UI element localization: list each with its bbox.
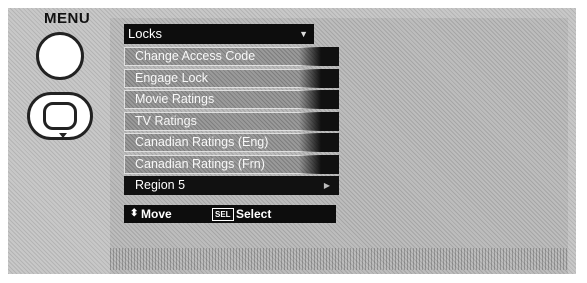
menu-item-label: Canadian Ratings (Frn) xyxy=(135,156,265,171)
navigation-hint-bar: ⬍ Move SEL Select xyxy=(124,205,336,223)
menu-item-tv-ratings[interactable]: TV Ratings xyxy=(124,111,339,131)
menu-item-movie-ratings[interactable]: Movie Ratings xyxy=(124,90,339,109)
move-arrows-icon: ⬍ xyxy=(130,208,139,219)
menu-title: Locks xyxy=(128,26,162,41)
menu-button[interactable] xyxy=(36,32,84,80)
menu-title-bar: Locks ▼ xyxy=(124,24,314,44)
menu-item-label: Engage Lock xyxy=(135,70,208,85)
menu-item-region-5[interactable]: Region 5 ▶ xyxy=(124,176,339,195)
screen-pattern xyxy=(110,248,568,270)
move-hint-label: Move xyxy=(141,207,172,221)
select-hint-label: Select xyxy=(236,207,272,221)
menu-button-label: MENU xyxy=(44,10,91,27)
menu-item-label: TV Ratings xyxy=(135,113,197,128)
menu-item-canadian-ratings-frn[interactable]: Canadian Ratings (Frn) xyxy=(124,154,339,174)
directional-pad[interactable] xyxy=(27,92,93,140)
menu-item-canadian-ratings-eng[interactable]: Canadian Ratings (Eng) xyxy=(124,133,339,152)
menu-item-label: Canadian Ratings (Eng) xyxy=(135,135,269,149)
menu-item-engage-lock[interactable]: Engage Lock xyxy=(124,68,339,88)
menu-item-label: Region 5 xyxy=(135,178,186,192)
menu-item-label: Change Access Code xyxy=(135,49,256,63)
locks-menu-list: Change Access Code Engage Lock Movie Rat… xyxy=(124,47,344,198)
menu-item-label: Movie Ratings xyxy=(135,92,215,106)
sel-key-icon: SEL xyxy=(212,208,234,221)
select-button[interactable] xyxy=(43,102,77,130)
chevron-right-icon: ▶ xyxy=(323,181,330,190)
down-arrow-icon xyxy=(59,133,67,138)
menu-item-change-access-code[interactable]: Change Access Code xyxy=(124,47,339,66)
dropdown-arrow-icon: ▼ xyxy=(299,29,308,39)
